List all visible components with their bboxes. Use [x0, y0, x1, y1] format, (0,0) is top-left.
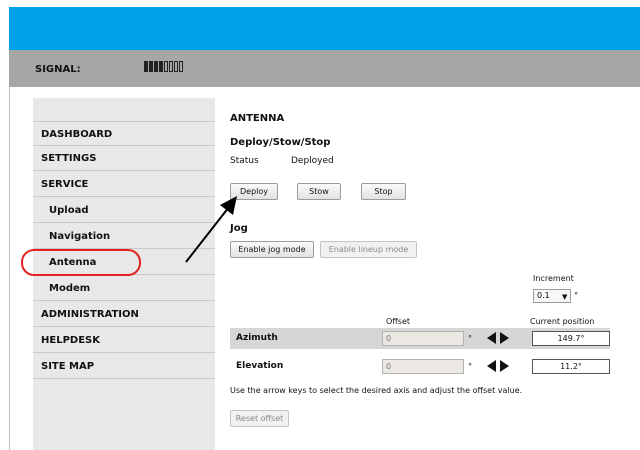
increment-degree-symbol: ° — [574, 291, 578, 300]
enable-jog-mode-button[interactable]: Enable jog mode — [230, 241, 314, 258]
enable-lineup-mode-button[interactable]: Enable lineup mode — [320, 241, 417, 258]
deploy-section-heading: Deploy/Stow/Stop — [230, 137, 331, 148]
reset-offset-button[interactable]: Reset offset — [230, 410, 289, 427]
deploy-button[interactable]: Deploy — [230, 183, 278, 200]
page-left-border — [9, 87, 10, 450]
current-position-column-header: Current position — [530, 317, 595, 326]
sidebar-item-settings[interactable]: SETTINGS — [33, 146, 215, 171]
elevation-label: Elevation — [236, 361, 284, 371]
elevation-row: Elevation ° 11.2° — [230, 356, 610, 377]
signal-bar: SIGNAL: — [9, 50, 640, 87]
signal-segment — [179, 61, 183, 72]
sidebar-item-modem[interactable]: Modem — [33, 276, 215, 301]
sidebar-item-administration[interactable]: ADMINISTRATION — [33, 302, 215, 327]
signal-label: SIGNAL: — [35, 64, 81, 75]
elevation-current-position: 11.2° — [532, 359, 610, 374]
azimuth-offset-input[interactable] — [382, 331, 464, 346]
elevation-degree-symbol: ° — [468, 362, 472, 371]
stow-button[interactable]: Stow — [297, 183, 341, 200]
jog-instruction-text: Use the arrow keys to select the desired… — [230, 386, 523, 395]
signal-segment — [149, 61, 153, 72]
sidebar-item-helpdesk[interactable]: HELPDESK — [33, 328, 215, 353]
signal-strength-icon — [144, 61, 183, 72]
azimuth-current-position: 149.7° — [532, 331, 610, 346]
sidebar-item-service[interactable]: SERVICE — [33, 172, 215, 197]
sidebar-item-navigation[interactable]: Navigation — [33, 224, 215, 249]
signal-segment — [159, 61, 163, 72]
offset-column-header: Offset — [386, 317, 411, 326]
sidebar-item-dashboard[interactable]: DASHBOARD — [33, 121, 215, 146]
increment-value: 0.1 — [537, 291, 550, 300]
arrow-left-icon[interactable] — [487, 360, 496, 372]
signal-segment — [144, 61, 148, 72]
antenna-highlight-ring — [21, 249, 141, 276]
signal-segment — [154, 61, 158, 72]
arrow-right-icon[interactable] — [500, 360, 509, 372]
signal-segment — [169, 61, 173, 72]
stop-button[interactable]: Stop — [361, 183, 406, 200]
chevron-down-icon: ▼ — [562, 293, 568, 301]
sidebar-item-upload[interactable]: Upload — [33, 198, 215, 223]
status-value: Deployed — [291, 156, 334, 166]
azimuth-row: Azimuth ° 149.7° — [230, 328, 610, 349]
elevation-offset-input[interactable] — [382, 359, 464, 374]
sidebar-item-site-map[interactable]: SITE MAP — [33, 354, 215, 379]
azimuth-label: Azimuth — [236, 333, 278, 343]
arrow-right-icon[interactable] — [500, 332, 509, 344]
increment-label: Increment — [533, 274, 574, 283]
app-frame: SIGNAL: DASHBOARD SETTINGS SERVICE Uploa… — [9, 0, 640, 450]
signal-segment — [164, 61, 168, 72]
page-title: ANTENNA — [230, 113, 285, 124]
arrow-left-icon[interactable] — [487, 332, 496, 344]
header-bar — [9, 7, 640, 50]
increment-select[interactable]: 0.1 ▼ — [533, 289, 571, 303]
signal-segment — [174, 61, 178, 72]
jog-section-heading: Jog — [230, 223, 248, 234]
azimuth-degree-symbol: ° — [468, 334, 472, 343]
status-label: Status — [230, 156, 259, 166]
